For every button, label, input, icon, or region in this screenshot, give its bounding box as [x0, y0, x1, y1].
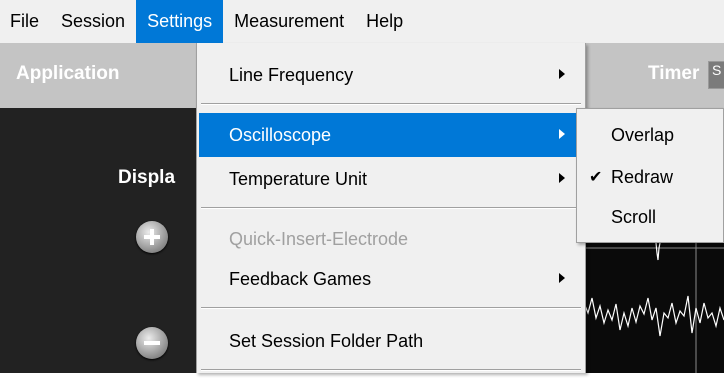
zoom-out-button[interactable] [136, 327, 168, 359]
menu-item-label: Oscilloscope [229, 124, 332, 145]
menu-item-label: Feedback Games [229, 268, 372, 289]
menu-item-temperature-unit[interactable]: Temperature Unit [199, 157, 583, 201]
submenu-item-overlap[interactable]: Overlap [577, 115, 723, 155]
menu-item-quick-insert-electrode: Quick-Insert-Electrode [199, 217, 583, 261]
menu-item-feedback-games[interactable]: Feedback Games [199, 257, 583, 301]
menu-bar: File Session Settings Measurement Help [0, 0, 724, 43]
menu-item-line-frequency[interactable]: Line Frequency [199, 53, 583, 97]
display-label: Displa [118, 167, 176, 188]
menu-measurement[interactable]: Measurement [223, 0, 355, 43]
menu-separator [201, 207, 581, 209]
zoom-in-button[interactable] [136, 221, 168, 253]
menu-file[interactable]: File [0, 0, 50, 43]
submenu-item-label: Overlap [611, 124, 675, 145]
submenu-item-scroll[interactable]: Scroll [577, 197, 723, 237]
menu-item-label: Line Frequency [229, 64, 354, 85]
timer-label: Timer [648, 63, 700, 84]
menu-help[interactable]: Help [355, 0, 414, 43]
submenu-arrow-icon [559, 173, 565, 183]
submenu-arrow-icon [559, 129, 565, 139]
application-title: Application [16, 63, 120, 84]
menu-item-label: Set Session Folder Path [229, 330, 424, 351]
menu-separator [201, 103, 581, 105]
submenu-item-label: Redraw [611, 166, 674, 187]
oscilloscope-submenu: Overlap ✔ Redraw Scroll [576, 108, 724, 243]
timer-field[interactable]: S [708, 61, 724, 89]
settings-dropdown: Line Frequency Oscilloscope Temperature … [196, 43, 586, 373]
menu-separator [201, 369, 581, 371]
menu-item-label: Temperature Unit [229, 168, 368, 189]
submenu-item-redraw[interactable]: ✔ Redraw [577, 157, 723, 197]
menu-item-set-session-folder-path[interactable]: Set Session Folder Path [199, 319, 583, 363]
submenu-arrow-icon [559, 273, 565, 283]
menu-settings[interactable]: Settings [136, 0, 224, 43]
submenu-item-label: Scroll [611, 206, 657, 227]
menu-item-oscilloscope[interactable]: Oscilloscope [199, 113, 583, 157]
menu-item-label: Quick-Insert-Electrode [229, 228, 409, 249]
submenu-arrow-icon [559, 69, 565, 79]
checkmark-icon: ✔ [589, 169, 603, 186]
menu-separator [201, 307, 581, 309]
menu-session[interactable]: Session [50, 0, 136, 43]
